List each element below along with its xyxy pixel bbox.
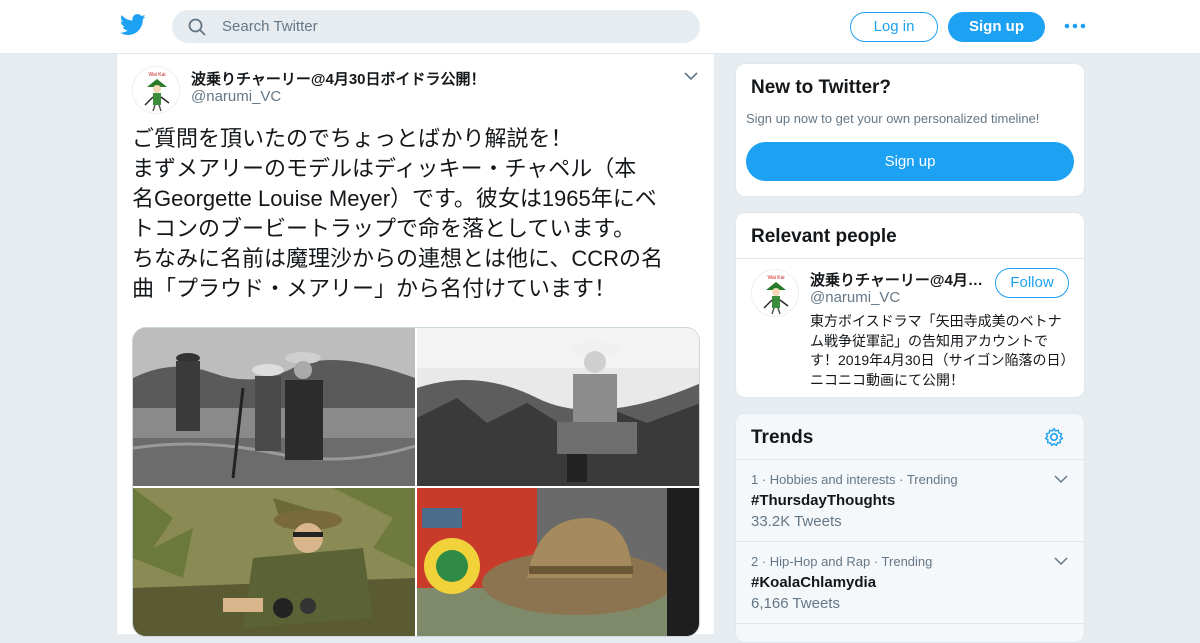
gear-icon[interactable] bbox=[1044, 427, 1064, 447]
relevant-people-card: Relevant people Wai Kai 波乗りチャーリー@4月… @na… bbox=[735, 212, 1085, 398]
tweet-text: ご質問を頂いたのでちょっとばかり解説を！ まずメアリーのモデルはディッキー・チャ… bbox=[132, 124, 707, 304]
trend-meta: 2 · Hip-Hop and Rap · Trending bbox=[751, 554, 933, 569]
chevron-down-icon[interactable] bbox=[1054, 474, 1068, 484]
divider bbox=[736, 258, 1084, 259]
trend-count: 6,166 Tweets bbox=[751, 595, 840, 612]
card-subtitle: Sign up now to get your own personalized… bbox=[746, 111, 1040, 126]
card-title: Trends bbox=[751, 427, 814, 448]
tweet-card: Wai Kai 波乗りチャーリー@4月30日ボイドラ公開！ @narumi_VC… bbox=[116, 54, 715, 637]
avatar-image: Wai Kai bbox=[752, 270, 798, 316]
author-handle[interactable]: @narumi_VC bbox=[191, 88, 281, 105]
photo-3[interactable] bbox=[133, 488, 415, 636]
avatar-image: Wai Kai bbox=[133, 67, 179, 113]
tweet-text-line: トコンのブービートラップで命を落としています。 bbox=[132, 216, 636, 241]
search-icon bbox=[188, 18, 206, 36]
sidebar-signup-button[interactable]: Sign up bbox=[746, 142, 1074, 181]
login-button[interactable]: Log in bbox=[850, 12, 938, 42]
trends-card: Trends 1 · Hobbies and interests · Trend… bbox=[735, 413, 1085, 643]
svg-text:Wai Kai: Wai Kai bbox=[148, 72, 165, 78]
media-grid bbox=[132, 327, 700, 637]
person-bio: 東方ボイスドラマ「矢田寺成美のベトナム戦争従軍記」の告知用アカウントです！201… bbox=[810, 313, 1068, 388]
photo-seated-woman bbox=[417, 328, 699, 486]
avatar[interactable]: Wai Kai bbox=[751, 269, 799, 317]
trend-item[interactable]: 1 · Hobbies and interests · Trending #Th… bbox=[736, 460, 1084, 542]
signup-button[interactable]: Sign up bbox=[948, 12, 1045, 42]
trend-hashtag[interactable]: #KoalaChlamydia bbox=[751, 574, 876, 591]
search-input[interactable] bbox=[222, 10, 682, 43]
card-title: Relevant people bbox=[751, 226, 897, 247]
photo-4[interactable] bbox=[417, 488, 699, 636]
avatar[interactable]: Wai Kai bbox=[132, 66, 180, 114]
tweet-text-line: 名Georgette Louise Meyer）です。彼女は1965年にベ bbox=[132, 186, 657, 211]
chevron-down-icon[interactable] bbox=[683, 70, 699, 82]
trend-meta: 1 · Hobbies and interests · Trending bbox=[751, 472, 958, 487]
svg-text:Wai Kai: Wai Kai bbox=[767, 275, 784, 281]
trend-hashtag[interactable]: #ThursdayThoughts bbox=[751, 492, 895, 509]
trend-item[interactable]: 2 · Hip-Hop and Rap · Trending #KoalaChl… bbox=[736, 542, 1084, 624]
photo-2[interactable] bbox=[417, 328, 699, 486]
photo-1[interactable] bbox=[133, 328, 415, 486]
search-bar[interactable] bbox=[172, 10, 700, 43]
new-to-twitter-card: New to Twitter? Sign up now to get your … bbox=[735, 63, 1085, 197]
person-name[interactable]: 波乗りチャーリー@4月… bbox=[810, 269, 990, 290]
follow-button[interactable]: Follow bbox=[995, 268, 1069, 298]
chevron-down-icon[interactable] bbox=[1054, 556, 1068, 566]
tweet-text-line: ご質問を頂いたのでちょっとばかり解説を！ bbox=[132, 126, 573, 151]
tweet-text-line: まずメアリーのモデルはディッキー・チャペル（本 bbox=[132, 156, 637, 181]
more-options-icon[interactable] bbox=[1064, 17, 1086, 35]
person-handle[interactable]: @narumi_VC bbox=[810, 289, 900, 306]
card-title: New to Twitter? bbox=[751, 77, 892, 98]
tweet-text-line: ちなみに名前は魔理沙からの連想とは他に、CCRの名 bbox=[132, 246, 664, 271]
author-name[interactable]: 波乗りチャーリー@4月30日ボイドラ公開！ bbox=[191, 68, 486, 89]
trend-count: 33.2K Tweets bbox=[751, 513, 842, 530]
tweet-text-line: 曲「プラウド・メアリー」から名付けています！ bbox=[132, 276, 617, 301]
twitter-bird-icon[interactable] bbox=[120, 14, 146, 36]
photo-woman-camera bbox=[133, 488, 415, 636]
photo-hat-patches bbox=[417, 488, 699, 636]
photo-soldiers-marsh bbox=[133, 328, 415, 486]
top-bar: Log in Sign up bbox=[0, 0, 1200, 54]
